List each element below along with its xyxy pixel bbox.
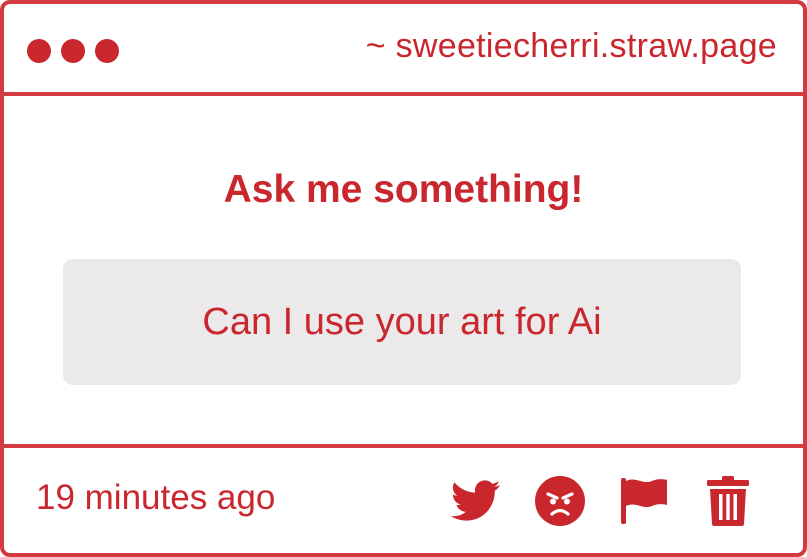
- question-box: Can I use your art for Ai: [63, 259, 741, 385]
- twitter-share-button[interactable]: [449, 474, 503, 528]
- angry-face-icon: [535, 476, 585, 526]
- question-text: Can I use your art for Ai: [202, 300, 602, 343]
- page-title: Ask me something!: [223, 168, 584, 211]
- page-url[interactable]: ~ sweetiecherri.straw.page: [366, 27, 777, 66]
- window-controls: [27, 39, 119, 63]
- react-button[interactable]: [533, 474, 587, 528]
- twitter-icon: [451, 480, 501, 521]
- delete-button[interactable]: [701, 474, 755, 528]
- window-dot-2[interactable]: [61, 39, 85, 63]
- report-button[interactable]: [617, 474, 671, 528]
- card-footer: 19 minutes ago: [4, 448, 803, 553]
- timestamp: 19 minutes ago: [36, 478, 276, 517]
- question-card: ~ sweetiecherri.straw.page Ask me someth…: [0, 0, 807, 557]
- window-dot-1[interactable]: [27, 39, 51, 63]
- trash-icon: [707, 476, 749, 526]
- window-dot-3[interactable]: [95, 39, 119, 63]
- card-body: Ask me something! Can I use your art for…: [4, 96, 803, 448]
- flag-icon: [621, 478, 667, 524]
- action-bar: [449, 474, 755, 528]
- window-titlebar: ~ sweetiecherri.straw.page: [4, 4, 803, 96]
